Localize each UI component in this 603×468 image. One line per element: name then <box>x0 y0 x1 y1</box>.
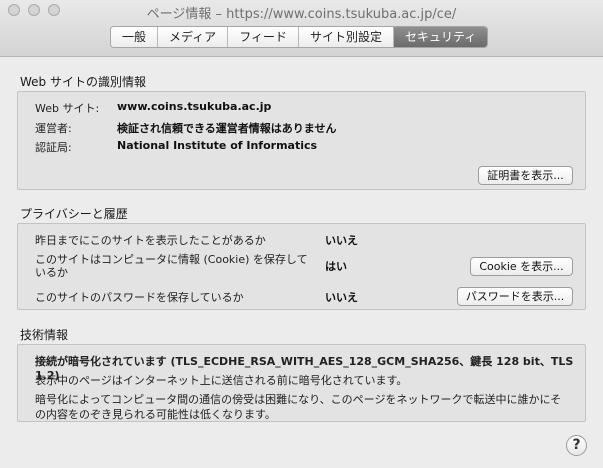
visited-before-answer: いいえ <box>325 234 358 247</box>
identity-box: Web サイト: www.coins.tsukuba.ac.jp 運営者: 検証… <box>17 91 586 190</box>
encryption-line2a: 暗号化によってコンピュータ間の通信の傍受は困難になり、このページをネットワークで… <box>35 393 562 406</box>
view-cookies-button[interactable]: Cookie を表示... <box>470 257 573 276</box>
help-button[interactable]: ? <box>566 435 587 456</box>
passwords-answer: いいえ <box>325 291 358 304</box>
identity-section-title: Web サイトの識別情報 <box>20 75 146 89</box>
technical-section-title: 技術情報 <box>20 328 69 342</box>
tab-bar: 一般 メディア フィード サイト別設定 セキュリティ <box>110 26 489 48</box>
tab-media[interactable]: メディア <box>158 27 229 47</box>
view-passwords-button[interactable]: パスワードを表示... <box>457 287 573 306</box>
title-bar: ページ情報 – https://www.coins.tsukuba.ac.jp/… <box>0 0 603 57</box>
privacy-section-title: プライバシーと履歴 <box>20 207 128 221</box>
issuer-label: 認証局: <box>35 141 72 154</box>
tab-security[interactable]: セキュリティ <box>393 27 488 47</box>
encryption-line1: 表示中のページはインターネット上に送信される前に暗号化されています。 <box>35 374 408 387</box>
visited-before-question: 昨日までにこのサイトを表示したことがあるか <box>35 234 266 247</box>
cookies-question-line2: いるか <box>35 266 68 279</box>
issuer-value: National Institute of Informatics <box>117 139 318 152</box>
owner-value: 検証され信頼できる運営者情報はありません <box>117 122 337 135</box>
encryption-line2b: の内容をのぞき見られる可能性は低くなります。 <box>35 408 276 421</box>
website-value: www.coins.tsukuba.ac.jp <box>117 100 272 113</box>
website-label: Web サイト: <box>35 102 100 115</box>
technical-box: 接続が暗号化されています (TLS_ECDHE_RSA_WITH_AES_128… <box>17 344 586 422</box>
passwords-question: このサイトのパスワードを保存しているか <box>35 291 244 304</box>
privacy-box: 昨日までにこのサイトを表示したことがあるか いいえ このサイトはコンピュータに情… <box>17 223 586 310</box>
window-title: ページ情報 – https://www.coins.tsukuba.ac.jp/… <box>146 7 457 22</box>
cookies-answer: はい <box>325 260 347 273</box>
page-info-window: ページ情報 – https://www.coins.tsukuba.ac.jp/… <box>0 0 603 468</box>
tab-general[interactable]: 一般 <box>111 27 159 47</box>
cookies-question-line1: このサイトはコンピュータに情報 (Cookie) を保存して <box>35 253 308 266</box>
tab-site-settings[interactable]: サイト別設定 <box>298 27 394 47</box>
owner-label: 運営者: <box>35 122 72 135</box>
tab-feeds[interactable]: フィード <box>228 27 299 47</box>
view-certificate-button[interactable]: 証明書を表示... <box>478 166 573 185</box>
